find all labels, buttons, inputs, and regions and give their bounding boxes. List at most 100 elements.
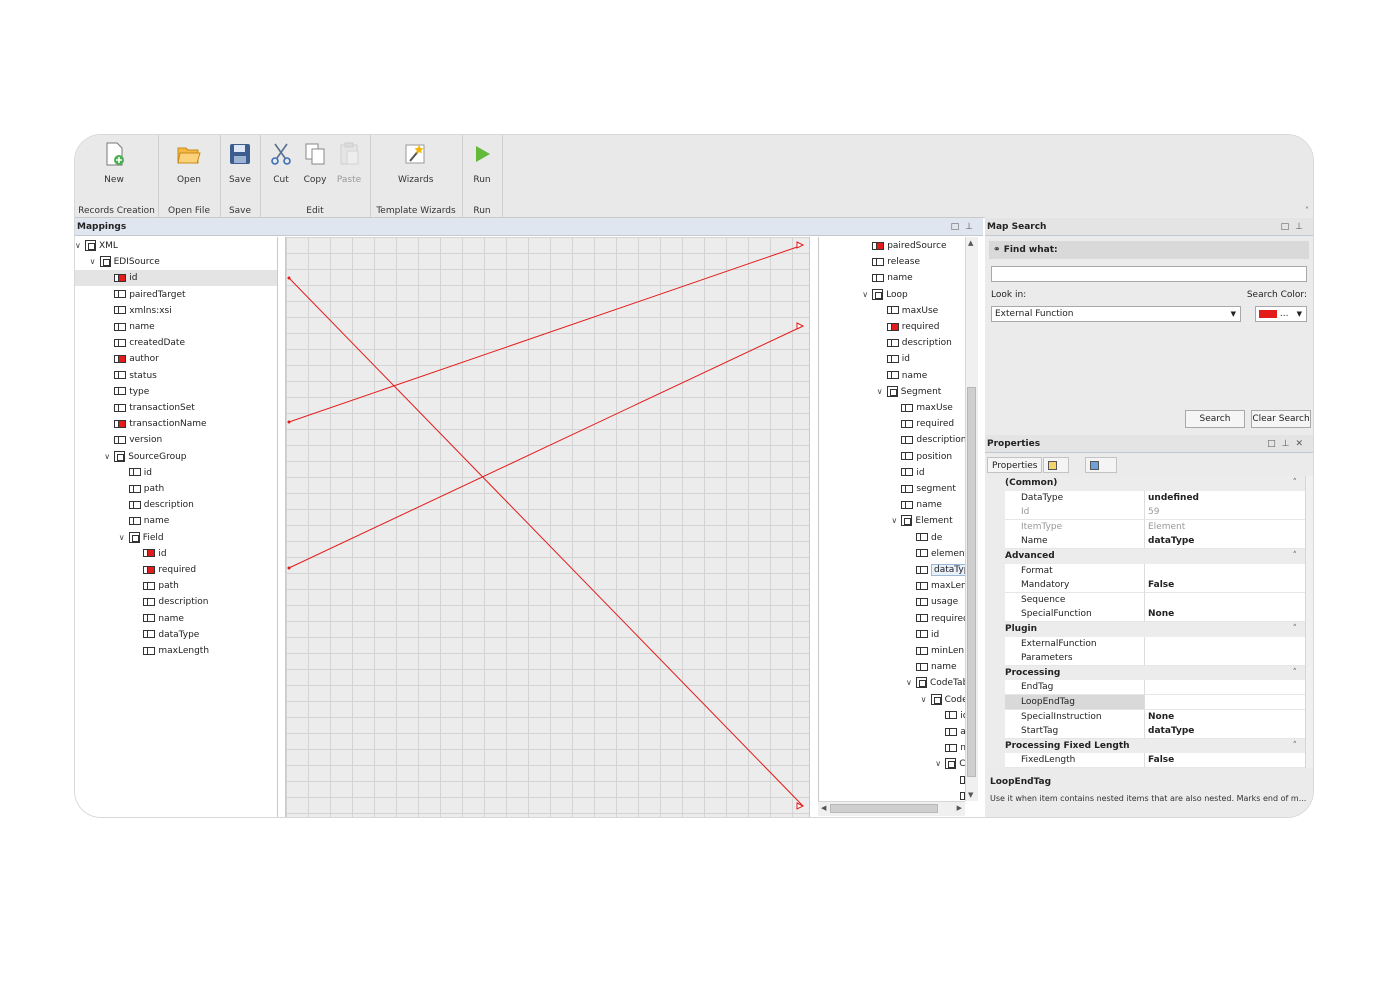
tree-item[interactable]: description <box>819 432 966 448</box>
tree-item[interactable]: required <box>75 562 277 578</box>
chevron-down-icon[interactable]: ▼ <box>1297 307 1302 321</box>
property-value[interactable] <box>1145 695 1305 710</box>
property-value[interactable] <box>1145 680 1305 696</box>
property-row[interactable]: Mandatory False <box>987 578 1305 594</box>
expand-chevron-icon[interactable]: ∨ <box>862 287 872 303</box>
tree-item[interactable]: path <box>75 578 277 594</box>
property-value[interactable]: 59 <box>1145 505 1305 521</box>
tree-item[interactable]: version <box>75 432 277 448</box>
expand-chevron-icon[interactable]: ∨ <box>877 384 887 400</box>
tree-item[interactable]: ∨ EDISource <box>75 254 277 270</box>
property-row[interactable]: LoopEndTag <box>987 695 1305 710</box>
property-value[interactable]: Element <box>1145 519 1305 535</box>
tree-item[interactable]: position <box>819 449 966 465</box>
tree-item[interactable]: path <box>75 481 277 497</box>
scroll-left-icon[interactable]: ◀ <box>821 804 826 812</box>
tree-item[interactable]: id <box>819 351 966 367</box>
h-scroll-thumb[interactable] <box>830 804 938 813</box>
property-value[interactable]: None <box>1145 709 1305 725</box>
tree-item[interactable]: id <box>819 465 966 481</box>
property-row[interactable]: Sequence <box>987 592 1305 608</box>
tree-item[interactable]: de <box>819 530 966 546</box>
expand-chevron-icon[interactable]: ∨ <box>119 530 129 546</box>
paste-button[interactable]: Paste <box>332 141 366 185</box>
tree-item[interactable]: transactionSet <box>75 400 277 416</box>
mapping-link-2[interactable] <box>288 325 804 569</box>
tree-item[interactable]: name <box>75 611 277 627</box>
property-value[interactable] <box>1145 651 1305 667</box>
tree-item[interactable]: createdDate <box>75 335 277 351</box>
cut-button[interactable]: Cut <box>264 141 298 185</box>
tree-item[interactable]: segment <box>819 481 966 497</box>
property-grid-scrollbar[interactable] <box>1305 476 1313 768</box>
tree-item[interactable]: maxUse <box>819 400 966 416</box>
tree-item[interactable]: xmlns:xsi <box>75 303 277 319</box>
property-row[interactable]: ItemType Element <box>987 519 1305 535</box>
pin-icon[interactable]: ⊥ <box>1282 439 1296 449</box>
tab-data[interactable]: Data (0) <box>1085 457 1117 503</box>
tree-item[interactable]: dataType <box>75 627 277 643</box>
wizards-button[interactable]: Wizards <box>398 141 433 185</box>
tree-item[interactable]: description <box>75 594 277 610</box>
property-row[interactable]: ExternalFunction <box>987 636 1305 652</box>
property-value[interactable] <box>1145 592 1305 608</box>
property-row[interactable]: StartTag dataType <box>987 724 1305 740</box>
property-row[interactable]: DataType undefined <box>987 490 1305 506</box>
tab-properties[interactable]: Properties <box>987 457 1043 473</box>
expand-chevron-icon[interactable]: ∨ <box>921 692 931 708</box>
tree-item[interactable]: description <box>75 497 277 513</box>
search-button[interactable]: Search <box>1185 410 1245 428</box>
tree-item[interactable]: minLen <box>819 643 966 659</box>
tree-item[interactable]: id <box>75 546 277 562</box>
tree-item[interactable]: element <box>819 546 966 562</box>
property-category[interactable]: Plugin ˄ <box>987 622 1305 637</box>
tree-item[interactable]: id <box>819 627 966 643</box>
tree-item[interactable]: required <box>819 416 966 432</box>
tree-item[interactable]: type <box>75 384 277 400</box>
tree-item[interactable]: ∨Cod <box>819 756 966 772</box>
collapse-chevron-icon[interactable]: ˄ <box>1293 622 1298 637</box>
new-button[interactable]: New <box>97 141 131 185</box>
tab-log[interactable]: Log <box>1043 457 1070 487</box>
tree-item[interactable]: ∨ Segment <box>819 384 966 400</box>
clear-search-button[interactable]: Clear Search <box>1251 410 1311 428</box>
property-row[interactable]: SpecialInstruction None <box>987 709 1305 725</box>
target-tree-horizontal-scrollbar[interactable]: ◀ ▶ <box>818 801 965 816</box>
tree-item[interactable]: ∨ SourceGroup <box>75 449 277 465</box>
tree-item[interactable]: ∨ CodeTables <box>819 675 966 691</box>
property-value[interactable]: False <box>1145 578 1305 594</box>
pin-icon[interactable]: ⊥ <box>1295 222 1309 232</box>
property-row[interactable]: FixedLength False <box>987 753 1305 768</box>
ribbon-collapse-icon[interactable]: ˄ <box>1305 206 1309 215</box>
maximize-icon[interactable]: □ <box>951 222 966 232</box>
tree-item[interactable]: id <box>819 708 966 724</box>
mapping-link-1[interactable] <box>288 244 804 423</box>
expand-chevron-icon[interactable]: ∨ <box>906 675 916 691</box>
tree-item[interactable]: ∨ Loop <box>819 287 966 303</box>
run-button[interactable]: Run <box>465 141 499 185</box>
scroll-right-icon[interactable]: ▶ <box>957 804 962 812</box>
scroll-thumb[interactable] <box>967 387 976 777</box>
look-in-select[interactable]: External Function ▼ <box>991 306 1241 322</box>
tree-item[interactable]: pairedSource <box>819 238 966 254</box>
tree-item[interactable]: author <box>75 351 277 367</box>
tree-item[interactable]: app <box>819 724 966 740</box>
collapse-chevron-icon[interactable]: ˄ <box>1293 476 1298 491</box>
tree-item[interactable]: name <box>819 497 966 513</box>
collapse-chevron-icon[interactable]: ˄ <box>1293 666 1298 681</box>
tree-item[interactable]: maxLength <box>75 643 277 659</box>
tree-item[interactable]: maxLen <box>819 578 966 594</box>
property-category[interactable]: (Common) ˄ <box>987 476 1305 491</box>
tree-item[interactable]: dataType <box>819 562 966 578</box>
tree-item[interactable]: ∨ XML <box>75 238 277 254</box>
property-category[interactable]: Processing Fixed Length ˄ <box>987 738 1305 754</box>
property-category[interactable]: Advanced ˄ <box>987 549 1305 564</box>
tree-item[interactable] <box>819 789 966 801</box>
maximize-icon[interactable]: □ <box>1267 439 1282 449</box>
property-row[interactable]: Format <box>987 563 1305 579</box>
tree-item[interactable]: id <box>75 465 277 481</box>
find-what-input[interactable] <box>991 266 1307 282</box>
property-row[interactable]: Id 59 <box>987 505 1305 521</box>
tree-item[interactable]: pairedTarget <box>75 287 277 303</box>
scroll-up-icon[interactable]: ▲ <box>968 239 973 247</box>
